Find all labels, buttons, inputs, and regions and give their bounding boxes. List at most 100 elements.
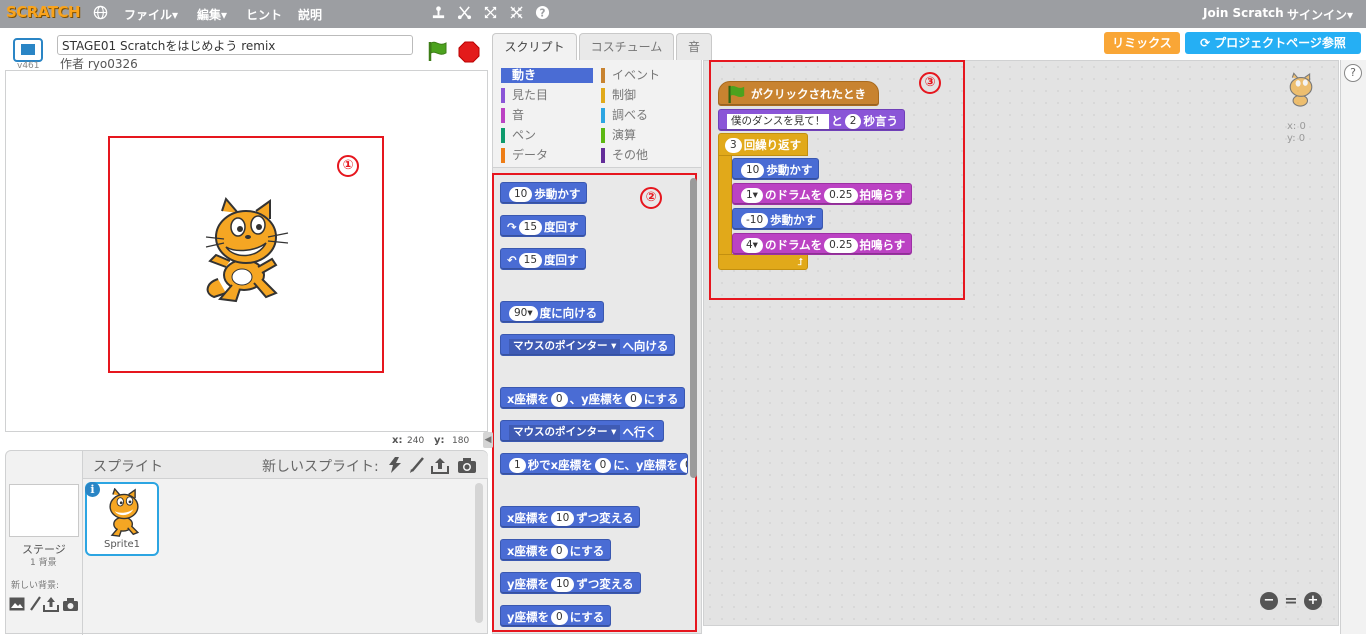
block-move-steps-1[interactable]: 10 歩動かす (732, 158, 820, 180)
category-color-swatch (601, 108, 605, 123)
block-change-y[interactable]: y座標を 10 ずつ変える (500, 572, 641, 594)
new-backdrop-label: 新しい背景: (11, 581, 60, 591)
sign-in-link[interactable]: サインイン▾ (1287, 6, 1353, 23)
category-label: その他 (612, 148, 649, 162)
menu-about[interactable]: 説明 (298, 6, 322, 23)
current-sprite-icon (1283, 72, 1319, 116)
category-label: 演算 (612, 128, 637, 142)
project-title-input[interactable] (57, 35, 413, 55)
backdrop-library-icon[interactable] (9, 597, 25, 615)
duplicate-stamp-icon[interactable] (430, 5, 447, 22)
block-point-towards[interactable]: マウスのポインター ▾ へ向ける (500, 334, 676, 356)
menu-file[interactable]: ファイル▾ (124, 6, 178, 23)
annotation-badge-3: ③ (919, 72, 941, 94)
tab-scripts[interactable]: スクリプト (492, 33, 577, 60)
block-change-x[interactable]: x座標を 10 ずつ変える (500, 506, 641, 528)
shrink-icon[interactable] (508, 5, 525, 22)
stage-sprite-cat[interactable] (196, 197, 296, 305)
category-label: イベント (612, 68, 661, 82)
category-2[interactable]: 見た目 (501, 88, 593, 103)
annotation-badge-2: ② (640, 187, 662, 209)
stage-coord-x: 240 (407, 436, 425, 446)
block-go-to[interactable]: マウスのポインター ▾ へ行く (500, 420, 664, 442)
block-play-drum-2[interactable]: 4▾ のドラムを 0.25 拍鳴らす (732, 233, 913, 255)
category-3[interactable]: 制御 (601, 88, 693, 103)
join-scratch-link[interactable]: Join Scratch (1203, 6, 1284, 20)
backdrop-paint-icon[interactable] (28, 596, 42, 616)
globe-icon[interactable] (92, 5, 109, 22)
menu-tips[interactable]: ヒント (246, 6, 282, 23)
stage-backdrop-count: 1 背景 (30, 558, 57, 568)
category-label: 制御 (612, 88, 637, 102)
category-color-swatch (601, 128, 605, 143)
sprite-list-scrollbar[interactable] (475, 483, 483, 623)
help-circle-icon[interactable]: ? (534, 5, 551, 22)
category-1[interactable]: イベント (601, 68, 693, 83)
grow-icon[interactable] (482, 5, 499, 22)
svg-text:?: ? (540, 7, 546, 19)
category-color-swatch (601, 148, 605, 163)
green-flag-icon (728, 85, 745, 104)
category-4[interactable]: 音 (501, 108, 593, 123)
help-sidebar (1340, 60, 1366, 634)
zoom-reset-button[interactable]: = (1282, 592, 1300, 610)
sprite-info-button[interactable]: i (85, 482, 100, 497)
block-move-steps-2[interactable]: -10 歩動かす (732, 208, 824, 230)
block-glide[interactable]: 1秒でx座標を0に、y座標を0 (500, 453, 688, 475)
paint-brush-icon[interactable] (408, 456, 426, 478)
block-go-to-xy[interactable]: x座標を 0 、y座標を 0 にする (500, 387, 686, 409)
help-button[interactable]: ? (1344, 64, 1362, 82)
palette-collapse-arrow[interactable]: ◀ (483, 432, 493, 448)
palette-scrollbar[interactable] (690, 178, 697, 478)
block-move-steps[interactable]: 10 歩動かす (500, 182, 588, 204)
camera-icon[interactable] (457, 456, 477, 478)
category-6[interactable]: ペン (501, 128, 593, 143)
turn-left-icon: ↶ (507, 253, 517, 267)
block-say-for-secs[interactable]: 僕のダンスを見て！と 2 秒言う (718, 109, 905, 131)
block-turn-left[interactable]: ↶ 15 度回す (500, 248, 586, 270)
remix-button[interactable]: リミックス (1104, 32, 1180, 54)
sprite-x-readout: x: 0 (1287, 121, 1306, 132)
category-color-swatch (501, 148, 505, 163)
stage-thumbnail[interactable] (9, 484, 79, 537)
block-when-flag-clicked[interactable]: がクリックされたとき (718, 81, 879, 106)
see-project-page-button[interactable]: ⟳ プロジェクトページ参照 (1185, 32, 1361, 54)
stage-coord-x-label: x: (392, 435, 403, 446)
category-5[interactable]: 調べる (601, 108, 693, 123)
block-point-direction[interactable]: 90▾ 度に向ける (500, 301, 605, 323)
stage-coord-y-label: y: (434, 435, 445, 446)
category-label: 動き (512, 68, 537, 82)
category-7[interactable]: 演算 (601, 128, 693, 143)
turn-right-icon: ↷ (507, 220, 517, 234)
backdrop-camera-icon[interactable] (62, 597, 79, 615)
category-color-swatch (501, 108, 505, 123)
category-color-swatch (601, 88, 605, 103)
menu-edit[interactable]: 編集▾ (197, 6, 227, 23)
zoom-in-button[interactable]: + (1304, 592, 1322, 610)
block-play-drum-1[interactable]: 1▾ のドラムを 0.25 拍鳴らす (732, 183, 913, 205)
block-turn-right[interactable]: ↷ 15 度回す (500, 215, 586, 237)
category-color-swatch (501, 128, 505, 143)
stage-coord-y: 180 (452, 436, 470, 446)
category-0[interactable]: 動き (501, 68, 593, 83)
new-sprite-label: 新しいスプライト: (262, 459, 379, 475)
block-set-x[interactable]: x座標を 0 にする (500, 539, 612, 561)
sprite-name-label: Sprite1 (103, 539, 141, 550)
category-8[interactable]: データ (501, 148, 593, 163)
stop-button[interactable] (458, 41, 480, 63)
backdrop-upload-icon[interactable] (43, 596, 59, 616)
scratch-logo[interactable]: SCRATCH (6, 3, 81, 21)
tab-costumes[interactable]: コスチューム (579, 33, 674, 60)
category-label: 調べる (612, 108, 649, 122)
choose-sprite-library-icon[interactable] (386, 456, 404, 478)
tab-sounds[interactable]: 音 (676, 33, 712, 60)
zoom-out-button[interactable]: − (1260, 592, 1278, 610)
sprite-y-readout: y: 0 (1287, 133, 1306, 144)
cut-scissors-icon[interactable] (456, 5, 473, 22)
green-flag-button[interactable] (426, 40, 448, 62)
category-9[interactable]: その他 (601, 148, 693, 163)
upload-sprite-icon[interactable] (431, 456, 449, 478)
block-set-y[interactable]: y座標を 0 にする (500, 605, 612, 627)
loop-arrow-icon: ⮥ (797, 257, 803, 268)
fullscreen-button[interactable] (13, 38, 43, 62)
